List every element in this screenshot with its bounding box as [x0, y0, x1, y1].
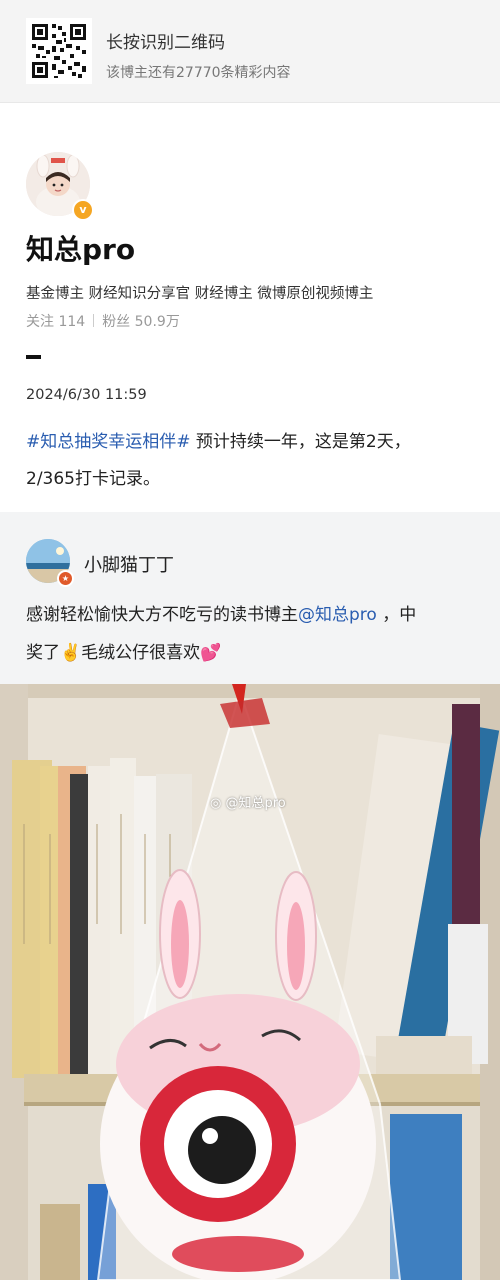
photo-watermark: ◎ @知总pro	[210, 792, 286, 811]
stats-divider	[93, 314, 95, 327]
post-text-line1: 预计持续一年，这是第2天，	[190, 432, 411, 452]
watermark-text: @知总pro	[225, 796, 286, 811]
section-divider	[26, 355, 41, 359]
comment-mention[interactable]: @知总pro	[298, 605, 377, 625]
blogger-stats: 关注 114 粉丝 50.9万	[26, 311, 180, 331]
weibo-logo-icon: ◎	[210, 796, 222, 811]
comment-text-line2: 奖了✌️毛绒公仔很喜欢💕	[26, 643, 222, 663]
fans-label: 粉丝	[102, 314, 131, 330]
post-text-line2: 2/365打卡记录。	[26, 469, 160, 489]
comment-text-part1: 感谢轻松愉快大方不吃亏的读书博主	[26, 605, 298, 625]
follow-count: 114	[58, 314, 86, 330]
comment-text: 感谢轻松愉快大方不吃亏的读书博主@知总pro ，中 奖了✌️毛绒公仔很喜欢💕	[26, 596, 476, 672]
commenter-badge-icon: ★	[57, 570, 74, 587]
post-hashtag[interactable]: #知总抽奖幸运相伴#	[26, 432, 191, 452]
qr-subtitle: 该博主还有27770条精彩内容	[106, 65, 291, 81]
fans-count: 50.9万	[134, 314, 180, 330]
verified-badge-icon: v	[72, 199, 94, 221]
comment-photo[interactable]	[0, 684, 500, 1280]
comment-text-part2: ，中	[376, 605, 417, 625]
blogger-name[interactable]: 知总pro	[26, 228, 135, 268]
follow-label: 关注	[26, 314, 54, 330]
qr-title: 长按识别二维码	[106, 33, 225, 53]
qr-code-icon[interactable]	[26, 18, 92, 84]
qr-banner[interactable]: 长按识别二维码 该博主还有27770条精彩内容	[0, 0, 500, 103]
post-body: #知总抽奖幸运相伴# 预计持续一年，这是第2天， 2/365打卡记录。	[26, 424, 476, 498]
blogger-tags: 基金博主 财经知识分享官 财经博主 微博原创视频博主	[26, 286, 374, 302]
post-time: 2024/6/30 11:59	[26, 387, 147, 403]
commenter-name[interactable]: 小脚猫丁丁	[84, 551, 174, 577]
